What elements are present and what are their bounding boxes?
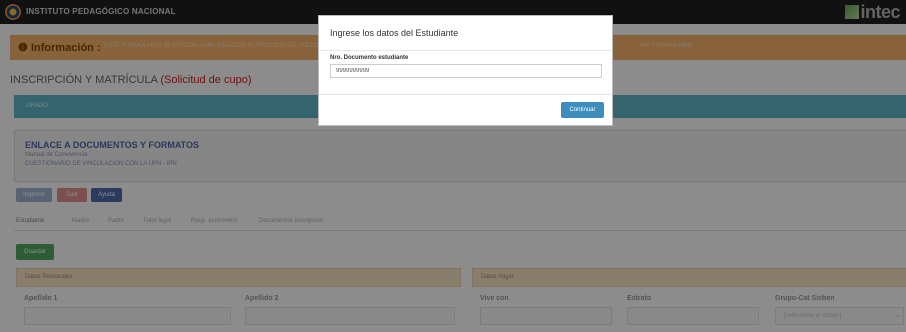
student-data-modal: Ingrese los datos del Estudiante Nro. Do… (318, 15, 613, 126)
continue-button[interactable]: Continuar (561, 102, 604, 118)
modal-title: Ingrese los datos del Estudiante (330, 28, 459, 38)
modal-footer-divider (319, 94, 612, 95)
document-number-input[interactable] (330, 64, 602, 78)
document-number-label: Nro. Documento estudiante (330, 55, 409, 61)
modal-header-divider (319, 50, 612, 51)
